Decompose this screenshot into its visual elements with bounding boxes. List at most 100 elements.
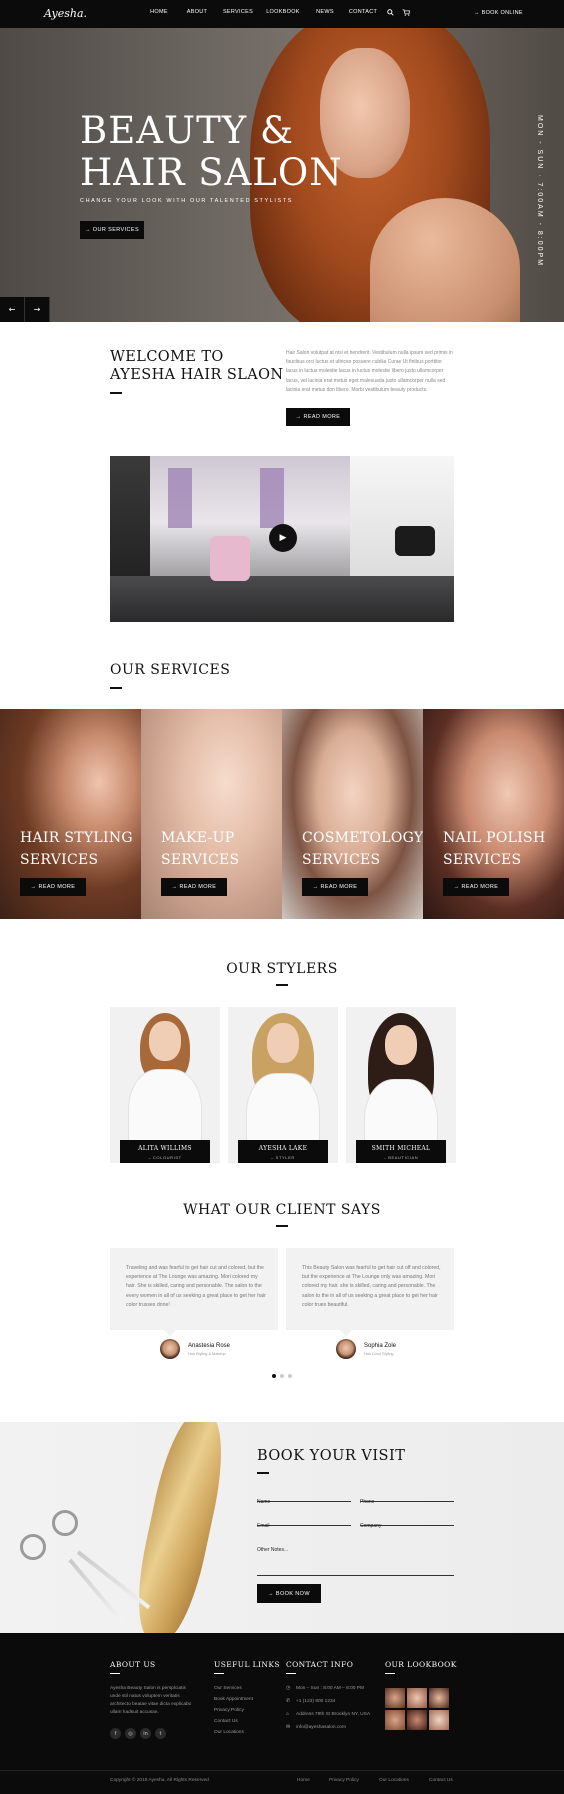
notes-placeholder: Other Notes... [257,1547,289,1553]
footer-contact-title: CONTACT INFO [286,1660,354,1669]
footer-phone[interactable]: +1 (123) 800 1234 [296,1699,335,1704]
footer-bottom-divider [0,1770,564,1771]
testimonial-name: Anastesia Rose [188,1343,231,1349]
welcome-read-more-button[interactable]: → READ MORE [286,408,350,426]
notes-field[interactable]: Other Notes... [257,1536,454,1576]
stylers-title-divider [276,984,288,986]
lookbook-thumbnail[interactable] [385,1688,405,1708]
booking-title: BOOK YOUR VISIT [257,1448,406,1464]
opening-hours-vertical: MON - SUN · 7:00AM - 8:00PM [536,115,543,268]
bottom-link-home[interactable]: Home [297,1778,310,1783]
slider-next-button[interactable]: → [25,297,50,322]
play-icon[interactable]: ▶ [269,524,297,552]
phone-field[interactable]: Phone [360,1488,454,1505]
lookbook-thumbnail[interactable] [385,1710,405,1730]
avatar [160,1339,180,1359]
footer-link-appointment[interactable]: Book Appointment [214,1697,253,1702]
footer-link-privacy[interactable]: Privacy Policy [214,1708,244,1713]
footer-about-text: Ayesha Beauty Salon is persplciatis unde… [110,1686,192,1715]
footer-hours: Mon – Sun : 8:00 AM – 8:00 PM [296,1686,364,1691]
service-read-more-button[interactable]: → READ MORE [161,878,227,896]
styler-card[interactable]: AYESHA LAKE – STYLER [228,1007,338,1163]
service-card-make-up[interactable]: MAKE-UP SERVICES → READ MORE [141,709,282,919]
service-read-more-button[interactable]: → READ MORE [20,878,86,896]
lookbook-thumbnail[interactable] [407,1710,427,1730]
carousel-dot[interactable] [288,1374,292,1378]
services-title: OUR SERVICES [110,662,231,678]
lookbook-thumbnail[interactable] [429,1688,449,1708]
footer-link-services[interactable]: Our Services [214,1686,242,1691]
salon-floor [110,576,454,622]
footer: ABOUT US Ayesha Beauty Salon is persplci… [0,1633,564,1794]
welcome-text: Hair Salon volutpat at nisi et hendrerit… [286,350,453,393]
service-label: HAIR STYLING SERVICES [20,830,133,868]
nav-services[interactable]: SERVICES [216,9,260,18]
book-online-link[interactable]: → BOOK ONLINE [474,10,523,16]
service-card-nail-polish[interactable]: NAIL POLISH SERVICES → READ MORE [423,709,564,919]
lookbook-thumbnail[interactable] [407,1688,427,1708]
testimonials-title: WHAT OUR CLIENT SAYS [183,1202,381,1218]
footer-divider [110,1673,120,1674]
footer-divider [214,1673,224,1674]
main-nav: HOME ABOUT SERVICES LOOKBOOK NEWS CONTAC… [140,9,414,18]
service-card-cosmetology[interactable]: COSMETOLOGY SERVICES → READ MORE [282,709,423,919]
testimonial-name: Sophia Zole [364,1343,397,1349]
styler-face [385,1025,417,1065]
service-read-more-button[interactable]: → READ MORE [302,878,368,896]
nav-news[interactable]: NEWS [306,9,344,18]
slider-prev-button[interactable]: ← [0,297,25,322]
hero-title: BEAUTY & HAIR SALON [80,109,343,194]
company-field[interactable]: Company [360,1512,454,1529]
company-placeholder: Company [360,1523,382,1529]
footer-email[interactable]: info@ayeshasalon.com [296,1725,346,1730]
footer-divider [385,1673,395,1674]
phone-placeholder: Phone [360,1499,375,1505]
email-field[interactable]: Email [257,1512,351,1529]
footer-link-locations[interactable]: Our Locations [214,1730,244,1735]
testimonials-title-divider [276,1225,288,1227]
styler-card[interactable]: SMITH MICHEAL – BEAUTICIAN [346,1007,456,1163]
bottom-link-contact[interactable]: Contact Us [429,1778,453,1783]
logo[interactable]: Ayesha. [44,7,87,20]
bottom-link-locations[interactable]: Our Locations [379,1778,409,1783]
welcome-title-divider [110,392,122,394]
nav-lookbook[interactable]: LOOKBOOK [260,9,306,18]
booking-title-divider [257,1472,269,1474]
linkedin-icon[interactable]: in [140,1728,151,1739]
service-read-more-button[interactable]: → READ MORE [443,878,509,896]
name-field[interactable]: Name [257,1488,351,1505]
salon-purple-panel [260,468,284,528]
lookbook-thumbnail[interactable] [429,1710,449,1730]
testimonial-card: Traveling and was fearful to get hair cu… [110,1248,278,1330]
bottom-link-privacy[interactable]: Privacy Policy [329,1778,359,1783]
testimonial-role: Hair Styling & Makeup [188,1352,226,1356]
search-icon[interactable] [382,9,398,18]
scissors-handle [20,1534,46,1560]
carousel-dot[interactable] [280,1374,284,1378]
instagram-icon[interactable]: ◎ [125,1728,136,1739]
twitter-icon[interactable]: t [155,1728,166,1739]
nav-home[interactable]: HOME [140,9,178,18]
styler-card[interactable]: ALITA WILLIMS – COLOURIST [110,1007,220,1163]
footer-divider [286,1673,296,1674]
nav-contact[interactable]: CONTACT [344,9,382,18]
facebook-icon[interactable]: f [110,1728,121,1739]
salon-purple-panel [168,468,192,528]
footer-address: Address 79th St Brooklyn NY, USA [296,1712,371,1717]
footer-link-contact[interactable]: Contact Us [214,1719,238,1724]
stylers-title: OUR STYLERS [226,961,338,977]
service-card-hair-styling[interactable]: HAIR STYLING SERVICES → READ MORE [0,709,141,919]
styler-caption: SMITH MICHEAL – BEAUTICIAN [356,1140,446,1163]
carousel-dot-active[interactable] [272,1374,276,1378]
phone-icon: ✆ [286,1699,291,1704]
salon-chair [210,536,250,581]
nav-about[interactable]: ABOUT [178,9,216,18]
avatar [336,1339,356,1359]
cart-icon[interactable] [398,9,414,18]
book-now-button[interactable]: → BOOK NOW [257,1584,321,1603]
location-icon: ⌂ [286,1712,289,1717]
salon-video-thumbnail[interactable]: ▶ [110,456,454,622]
our-services-button[interactable]: → OUR SERVICES [80,221,144,239]
services-title-divider [110,687,122,689]
testimonial-pointer [164,1330,176,1337]
